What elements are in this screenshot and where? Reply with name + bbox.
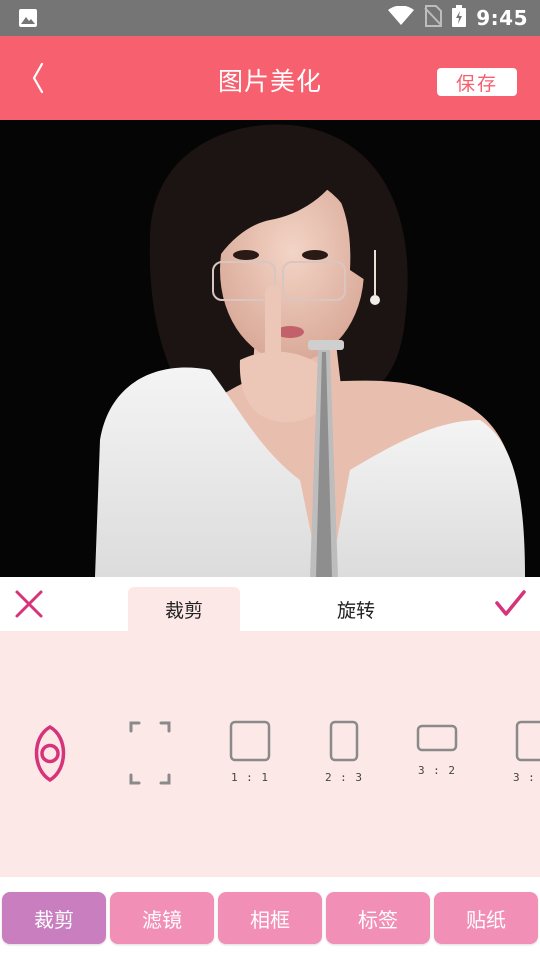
crop-options-panel: 1 : 1 2 : 3 3 : 2 3 : 4 [0, 631, 540, 877]
no-sim-icon [424, 5, 443, 31]
ratio-label-3-2: 3 : 2 [417, 764, 457, 777]
portrait-ratio-icon [515, 720, 540, 762]
editor-tab-bar: 裁剪 旋转 [0, 577, 540, 631]
nav-label-button[interactable]: 标签 [326, 892, 430, 944]
landscape-ratio-icon [416, 724, 458, 752]
square-ratio-icon [229, 720, 271, 762]
nav-frame-button[interactable]: 相框 [218, 892, 322, 944]
check-icon[interactable] [493, 587, 527, 621]
status-time: 9:45 [476, 6, 528, 30]
crop-option-3-4[interactable]: 3 : 4 [507, 631, 540, 877]
crop-option-ellipse[interactable] [24, 631, 76, 877]
nav-filter-button[interactable]: 滤镜 [110, 892, 214, 944]
tab-crop[interactable]: 裁剪 [128, 587, 240, 631]
wifi-icon [388, 5, 415, 30]
app-header: 图片美化 保存 [0, 36, 540, 120]
image-icon [18, 8, 38, 28]
nav-sticker-button[interactable]: 贴纸 [434, 892, 538, 944]
crop-option-3-2[interactable]: 3 : 2 [412, 631, 462, 877]
ratio-label-1-1: 1 : 1 [230, 771, 270, 784]
status-bar: 9:45 [0, 0, 540, 36]
tab-rotate[interactable]: 旋转 [300, 587, 412, 631]
crop-option-free[interactable] [126, 631, 174, 877]
battery-charging-icon [452, 5, 467, 31]
portrait-photo [0, 120, 540, 577]
portrait-ratio-icon [329, 720, 359, 762]
free-crop-icon [129, 721, 171, 785]
crop-option-1-1[interactable]: 1 : 1 [225, 631, 275, 877]
ratio-label-2-3: 2 : 3 [324, 771, 364, 784]
save-button[interactable]: 保存 [437, 68, 517, 96]
nav-crop-button[interactable]: 裁剪 [2, 892, 106, 944]
eye-shape-icon [34, 724, 66, 783]
close-icon[interactable] [12, 587, 46, 621]
ratio-label-3-4: 3 : 4 [512, 771, 540, 784]
bottom-nav: 裁剪 滤镜 相框 标签 贴纸 [0, 877, 540, 960]
crop-option-2-3[interactable]: 2 : 3 [319, 631, 369, 877]
photo-canvas[interactable] [0, 120, 540, 577]
